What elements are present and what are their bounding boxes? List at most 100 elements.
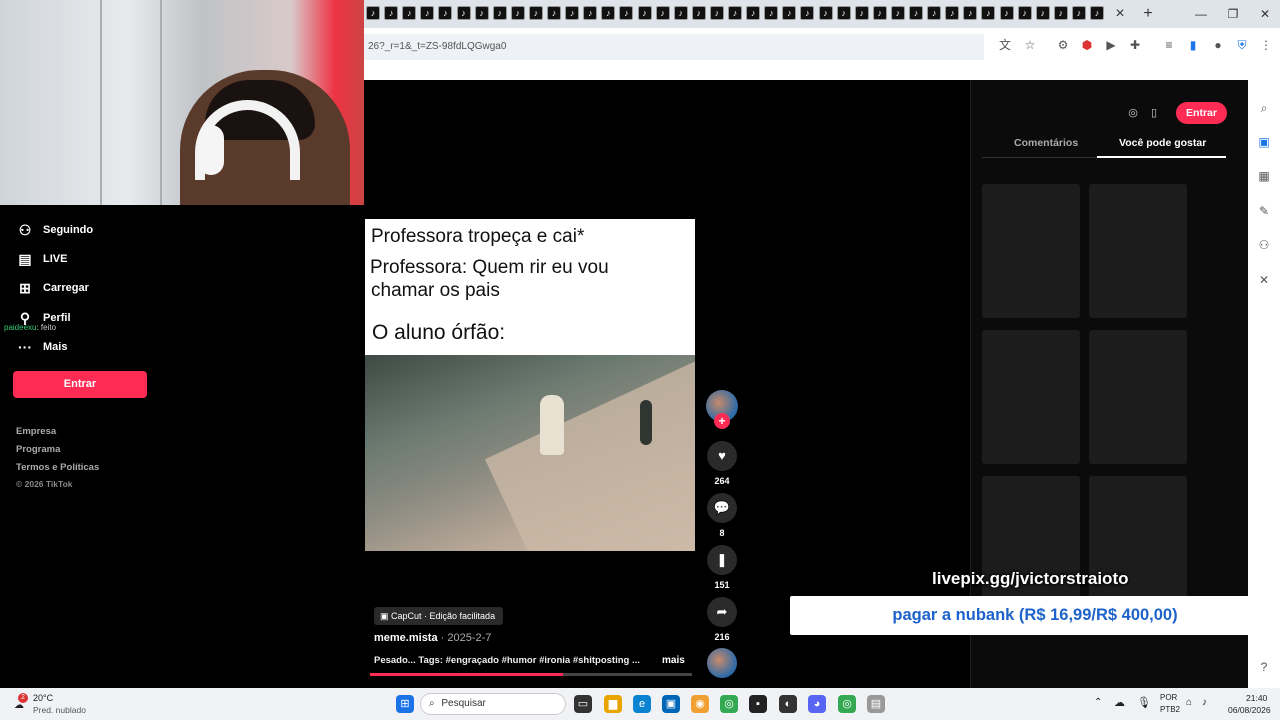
weather-temp[interactable]: 20°C (33, 693, 53, 703)
sidebar-item-live[interactable]: ▤ LIVE (16, 249, 67, 269)
browser-tab[interactable]: ♪ (836, 6, 851, 20)
browser-tab[interactable]: ♪ (528, 6, 543, 20)
terminal-icon[interactable]: ▪ (749, 695, 767, 713)
side-panel-icon[interactable]: ▮ (1184, 36, 1202, 54)
chrome-icon[interactable]: ◎ (720, 695, 738, 713)
chrome-profile-icon[interactable]: ◎ (838, 695, 856, 713)
browser-tab[interactable]: ♪ (890, 6, 905, 20)
compass-icon[interactable]: ◎ (1125, 105, 1141, 121)
taskbar-search[interactable]: ⌕ Pesquisar (420, 693, 566, 715)
browser-tab[interactable]: ♪ (474, 6, 489, 20)
cloud-icon[interactable]: ☁ (1114, 696, 1125, 709)
new-tab-button[interactable]: + (1138, 4, 1158, 24)
restore-button[interactable]: ❐ (1218, 4, 1248, 24)
store-icon[interactable]: ▣ (662, 695, 680, 713)
edit-icon[interactable]: ✎ (1256, 203, 1272, 219)
media-app-icon[interactable]: ◐ (779, 695, 797, 713)
more-link[interactable]: mais (662, 655, 685, 666)
login-button[interactable]: Entrar (13, 371, 147, 398)
browser-tab[interactable]: ♪ (637, 6, 652, 20)
recommended-video-thumb[interactable] (982, 184, 1080, 318)
browser-tab[interactable]: ♪ (691, 6, 706, 20)
obs-icon[interactable]: ◉ (691, 695, 709, 713)
utility-app-icon[interactable]: ▤ (867, 695, 885, 713)
menu-kebab-icon[interactable]: ⋮ (1257, 36, 1275, 54)
browser-tab[interactable]: ♪ (366, 6, 380, 20)
mobile-icon[interactable]: ▯ (1146, 105, 1162, 121)
media-control-icon[interactable]: ≡ (1160, 36, 1178, 54)
footer-link-terms[interactable]: Termos e Políticas (16, 462, 99, 473)
extension-gear-icon[interactable]: ⚙ (1054, 36, 1072, 54)
translate-icon[interactable]: 文 (996, 36, 1014, 54)
video-progress-bar[interactable] (370, 673, 692, 676)
recommended-video-thumb[interactable] (1089, 330, 1187, 464)
browser-tab[interactable]: ♪ (402, 6, 417, 20)
network-icon[interactable]: ⌂ (1186, 697, 1192, 708)
browser-tab[interactable]: ♪ (673, 6, 688, 20)
recommended-video-thumb[interactable] (1089, 184, 1187, 318)
tab-you-may-like[interactable]: Você pode gostar (1119, 137, 1206, 149)
recommended-video-thumb[interactable] (982, 476, 1080, 610)
tab-comments[interactable]: Comentários (1014, 137, 1078, 149)
extensions-puzzle-icon[interactable]: ✚ (1126, 36, 1144, 54)
video-author[interactable]: meme.mista · 2025-2-7 (374, 632, 491, 644)
browser-tab[interactable]: ♪ (800, 6, 815, 20)
browser-tab[interactable]: ♪ (963, 6, 978, 20)
url-field[interactable]: 26?_r=1&_t=ZS-98fdLQGwga0 (364, 34, 984, 60)
browser-tab[interactable]: ♪ (818, 6, 833, 20)
task-view-icon[interactable]: ▭ (574, 695, 592, 713)
browser-tab[interactable]: ♪ (1035, 6, 1050, 20)
tools-icon[interactable]: ▦ (1256, 168, 1272, 184)
capcut-badge[interactable]: ▣ CapCut · Edição facilitada (374, 607, 504, 625)
extension-shield-icon[interactable]: ⬢ (1078, 36, 1096, 54)
search-icon[interactable]: ⌕ (1256, 100, 1272, 116)
browser-tab[interactable]: ♪ (547, 6, 561, 20)
browser-tab[interactable]: ♪ (854, 6, 869, 20)
author-name[interactable]: meme.mista (374, 632, 438, 644)
footer-link-program[interactable]: Programa (16, 444, 60, 455)
close-window-button[interactable]: ✕ (1250, 4, 1280, 24)
browser-tab[interactable]: ♪ (601, 6, 616, 20)
sidebar-item-upload[interactable]: ⊞ Carregar (16, 278, 89, 298)
volume-icon[interactable]: ♪ (1202, 697, 1207, 708)
clock-time[interactable]: 21:40 (1246, 693, 1267, 703)
footer-link-company[interactable]: Empresa (16, 426, 56, 437)
comment-button[interactable]: 💬 (707, 493, 737, 523)
security-shield-icon[interactable]: ⛨ (1233, 36, 1251, 54)
tray-chevron-icon[interactable]: ⌃ (1094, 697, 1102, 708)
file-explorer-icon[interactable]: ▆ (604, 695, 622, 713)
bookmark-star-icon[interactable]: ☆ (1021, 36, 1039, 54)
profile-icon[interactable]: ● (1209, 36, 1227, 54)
extension-video-icon[interactable]: ▶ (1102, 36, 1120, 54)
browser-tab[interactable]: ♪ (510, 6, 525, 20)
browser-tab[interactable]: ♪ (438, 6, 453, 20)
share-button[interactable]: ➦ (707, 597, 737, 627)
browser-tab[interactable]: ♪ (981, 6, 996, 20)
recommended-video-thumb[interactable] (1089, 476, 1187, 610)
discord-icon[interactable]: ◕ (808, 695, 826, 713)
browser-tab[interactable]: ♪ (927, 6, 942, 20)
input-language[interactable]: POR (1160, 693, 1177, 702)
sidebar-item-following[interactable]: ⚇ Seguindo (16, 220, 93, 240)
microphone-icon[interactable]: 🎙 (1137, 696, 1151, 709)
browser-tab[interactable]: ♪ (583, 6, 598, 20)
sidebar-item-more[interactable]: ··· Mais (16, 337, 67, 357)
start-button[interactable]: ⊞ (396, 695, 414, 713)
browser-tab[interactable]: ♪ (420, 6, 435, 20)
games-icon[interactable]: ⚇ (1256, 237, 1272, 253)
browser-tab[interactable]: ♪ (764, 6, 779, 20)
browser-tab[interactable]: ♪ (1090, 6, 1104, 20)
edge-browser-icon[interactable]: e (633, 695, 651, 713)
browser-tab[interactable]: ♪ (945, 6, 960, 20)
browser-tab[interactable]: ♪ (456, 6, 471, 20)
music-disc-avatar[interactable] (707, 648, 737, 678)
browser-tab[interactable]: ♪ (384, 6, 399, 20)
close-tab-button[interactable]: × (1110, 4, 1130, 24)
browser-tab[interactable]: ♪ (619, 6, 634, 20)
browser-tab[interactable]: ♪ (872, 6, 887, 20)
browser-tab[interactable]: ♪ (728, 6, 742, 20)
browser-tab[interactable]: ♪ (782, 6, 797, 20)
browser-tab[interactable]: ♪ (909, 6, 923, 20)
panel-login-button[interactable]: Entrar (1176, 102, 1227, 124)
browser-tab[interactable]: ♪ (1053, 6, 1068, 20)
